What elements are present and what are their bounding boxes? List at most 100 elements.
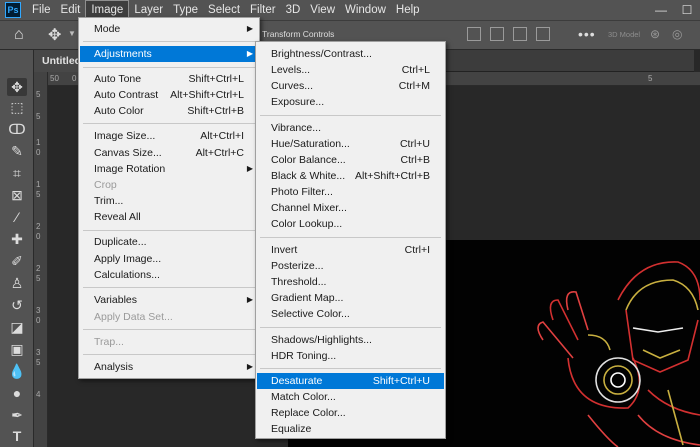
blur-tool-icon[interactable]: 💧 bbox=[7, 362, 27, 380]
history-brush-tool-icon[interactable]: ↺ bbox=[7, 296, 27, 314]
eyedropper-tool-icon[interactable]: ⁄ bbox=[7, 208, 27, 226]
menu-item-duplicate[interactable]: Duplicate... bbox=[80, 234, 258, 250]
ruler-tick-label: 0 bbox=[72, 74, 77, 83]
photoshop-logo-icon[interactable]: Ps bbox=[5, 2, 21, 18]
menu-item-canvas-size[interactable]: Canvas Size... Alt+Ctrl+C bbox=[80, 145, 258, 161]
menu-item-curves[interactable]: Curves... Ctrl+M bbox=[257, 78, 444, 94]
menu-item-reveal-all[interactable]: Reveal All bbox=[80, 209, 258, 225]
3d-orbit-icon: ⊛ bbox=[650, 27, 661, 41]
lasso-tool-icon[interactable]: ↀ bbox=[7, 120, 27, 138]
menu-item-hue-saturation[interactable]: Hue/Saturation... Ctrl+U bbox=[257, 136, 444, 152]
menu-item-levels[interactable]: Levels... Ctrl+L bbox=[257, 62, 444, 78]
crop-tool-icon[interactable]: ⌗ bbox=[7, 164, 27, 182]
menu-item-label: Hue/Saturation... bbox=[271, 138, 350, 150]
menu-file[interactable]: File bbox=[27, 0, 56, 20]
menu-item-label: Channel Mixer... bbox=[271, 202, 347, 214]
home-icon[interactable]: ⌂ bbox=[14, 26, 24, 44]
menu-item-label: Black & White... bbox=[271, 170, 346, 182]
menu-item-selective-color[interactable]: Selective Color... bbox=[257, 306, 444, 322]
maximize-icon[interactable]: ☐ bbox=[674, 0, 700, 20]
menu-item-image-rotation[interactable]: Image Rotation ▶ bbox=[80, 161, 258, 177]
menu-item-exposure[interactable]: Exposure... bbox=[257, 94, 444, 110]
dodge-tool-icon[interactable]: ● bbox=[7, 384, 27, 402]
menu-item-channel-mixer[interactable]: Channel Mixer... bbox=[257, 200, 444, 216]
align-left-icon[interactable] bbox=[467, 27, 481, 41]
eraser-tool-icon[interactable]: ◪ bbox=[7, 318, 27, 336]
menu-item-calculations[interactable]: Calculations... bbox=[80, 267, 258, 283]
menu-item-label: Auto Tone bbox=[94, 73, 142, 85]
menu-item-threshold[interactable]: Threshold... bbox=[257, 274, 444, 290]
brush-tool-icon[interactable]: ✐ bbox=[7, 252, 27, 270]
frame-tool-icon[interactable]: ⊠ bbox=[7, 186, 27, 204]
chevron-down-icon[interactable]: ▼ bbox=[68, 29, 76, 38]
menu-item-brightness-contrast[interactable]: Brightness/Contrast... bbox=[257, 46, 444, 62]
menu-item-label: Desaturate bbox=[271, 375, 323, 387]
ruler-tick-label: 5 bbox=[36, 112, 41, 121]
menu-item-image-size[interactable]: Image Size... Alt+Ctrl+I bbox=[80, 128, 258, 144]
menu-item-adjustments[interactable]: Adjustments ▶ bbox=[80, 46, 258, 62]
menu-item-label: Canvas Size... bbox=[94, 147, 162, 159]
menu-item-photo-filter[interactable]: Photo Filter... bbox=[257, 184, 444, 200]
submenu-arrow-icon: ▶ bbox=[246, 362, 253, 371]
move-tool-icon[interactable]: ✥ bbox=[7, 78, 27, 96]
menu-item-auto-tone[interactable]: Auto Tone Shift+Ctrl+L bbox=[80, 71, 258, 87]
minimize-icon[interactable]: — bbox=[648, 0, 674, 20]
menu-help[interactable]: Help bbox=[391, 0, 425, 20]
menu-item-label: Duplicate... bbox=[94, 236, 147, 248]
menu-item-variables[interactable]: Variables ▶ bbox=[80, 292, 258, 308]
type-tool-icon[interactable]: T bbox=[7, 427, 27, 445]
menu-item-shortcut: Alt+Shift+Ctrl+B bbox=[355, 170, 430, 182]
menu-item-desaturate[interactable]: Desaturate Shift+Ctrl+U bbox=[257, 373, 444, 389]
marquee-tool-icon[interactable]: ⬚ bbox=[7, 98, 27, 116]
menu-item-label: Posterize... bbox=[271, 260, 324, 272]
menu-item-posterize[interactable]: Posterize... bbox=[257, 258, 444, 274]
menu-item-vibrance[interactable]: Vibrance... bbox=[257, 120, 444, 136]
menu-item-color-balance[interactable]: Color Balance... Ctrl+B bbox=[257, 152, 444, 168]
menu-item-hdr-toning[interactable]: HDR Toning... bbox=[257, 348, 444, 364]
menu-item-auto-contrast[interactable]: Auto Contrast Alt+Shift+Ctrl+L bbox=[80, 87, 258, 103]
menu-item-label: Shadows/Highlights... bbox=[271, 334, 372, 346]
gradient-tool-icon[interactable]: ▣ bbox=[7, 340, 27, 358]
distribute-icon[interactable] bbox=[536, 27, 550, 41]
menu-separator bbox=[83, 67, 255, 68]
menu-item-shortcut: Shift+Ctrl+B bbox=[187, 105, 244, 117]
menu-item-shadows-highlights[interactable]: Shadows/Highlights... bbox=[257, 332, 444, 348]
menu-item-black-white[interactable]: Black & White... Alt+Shift+Ctrl+B bbox=[257, 168, 444, 184]
align-right-icon[interactable] bbox=[513, 27, 527, 41]
menu-item-analysis[interactable]: Analysis ▶ bbox=[80, 359, 258, 375]
window-controls: — ☐ bbox=[648, 0, 700, 20]
transform-controls-label[interactable]: Transform Controls bbox=[262, 29, 334, 39]
3d-mode-label: 3D Model bbox=[608, 30, 641, 39]
pen-tool-icon[interactable]: ✒ bbox=[7, 406, 27, 424]
menu-item-shortcut: Ctrl+B bbox=[400, 154, 430, 166]
menu-item-label: Auto Color bbox=[94, 105, 144, 117]
menu-item-label: Reveal All bbox=[94, 211, 141, 223]
menu-item-label: Photo Filter... bbox=[271, 186, 333, 198]
menu-item-mode[interactable]: Mode ▶ bbox=[80, 21, 258, 37]
clone-stamp-tool-icon[interactable]: ♙ bbox=[7, 274, 27, 292]
menu-item-color-lookup[interactable]: Color Lookup... bbox=[257, 216, 444, 232]
ruler-tick-label: 5 bbox=[648, 74, 653, 83]
menu-item-match-color[interactable]: Match Color... bbox=[257, 389, 444, 405]
menu-window[interactable]: Window bbox=[340, 0, 391, 20]
quick-selection-tool-icon[interactable]: ✎ bbox=[7, 142, 27, 160]
menu-item-invert[interactable]: Invert Ctrl+I bbox=[257, 242, 444, 258]
menu-item-apply-image[interactable]: Apply Image... bbox=[80, 251, 258, 267]
menu-item-replace-color[interactable]: Replace Color... bbox=[257, 405, 444, 421]
menu-item-label: Calculations... bbox=[94, 269, 160, 281]
ruler-tick-label: 0 bbox=[36, 232, 41, 241]
menu-3d[interactable]: 3D bbox=[281, 0, 306, 20]
move-tool-icon[interactable]: ✥ bbox=[48, 25, 61, 45]
menu-view[interactable]: View bbox=[305, 0, 340, 20]
menu-item-label: Apply Image... bbox=[94, 253, 162, 265]
menu-item-equalize[interactable]: Equalize bbox=[257, 421, 444, 437]
menu-item-auto-color[interactable]: Auto Color Shift+Ctrl+B bbox=[80, 103, 258, 119]
ruler-tick-label: 5 bbox=[36, 358, 41, 367]
menu-item-trim[interactable]: Trim... bbox=[80, 193, 258, 209]
document-tab[interactable]: Untitled bbox=[34, 50, 81, 72]
menu-item-shortcut: Shift+Ctrl+U bbox=[372, 375, 430, 387]
more-options-icon[interactable]: ••• bbox=[578, 26, 596, 42]
menu-item-gradient-map[interactable]: Gradient Map... bbox=[257, 290, 444, 306]
align-center-icon[interactable] bbox=[490, 27, 504, 41]
healing-brush-tool-icon[interactable]: ✚ bbox=[7, 230, 27, 248]
